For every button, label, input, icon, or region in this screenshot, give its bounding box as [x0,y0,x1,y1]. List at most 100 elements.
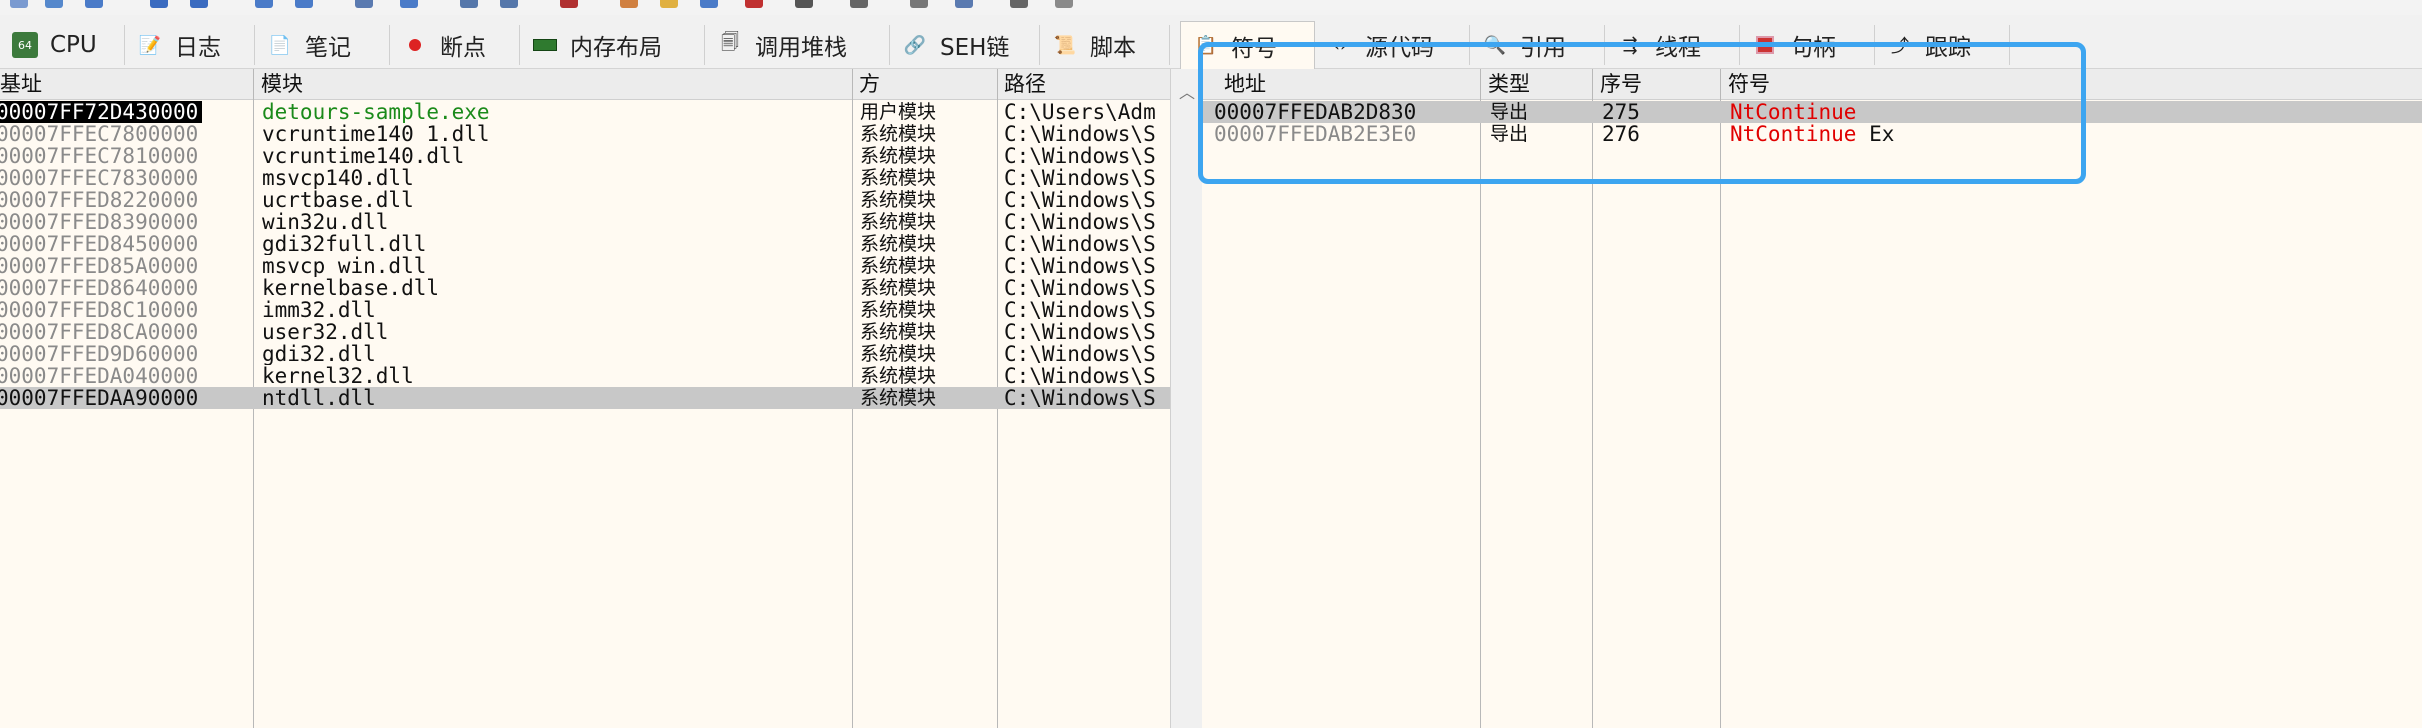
threads-icon: ⇶ [1622,34,1638,56]
tab-bar: 64 CPU 📝 日志 📄 笔记 断点 内存布局 🗐 调用堆栈 🔗 SEH链 📜… [0,15,2422,69]
call-stack-icon: 🗐 [721,32,739,53]
tab-cpu[interactable]: 64 CPU [0,25,125,65]
tab-label: CPU [50,32,97,58]
toolbar-icon[interactable] [910,0,928,8]
toolbar-icon[interactable] [795,0,813,8]
module-row[interactable]: 00007FFED8640000 kernelbase.dll 系统模块 C:\Win… [0,277,1170,299]
toolbar [0,0,2422,15]
module-name: imm32.dll [262,299,376,321]
module-type: 系统模块 [860,299,937,321]
tab-threads[interactable]: ⇶ 线程 [1605,25,1740,65]
symbols-pane: 地址 类型 序号 符号 00007FFEDAB2D830 导出 275 NtConti… [1202,69,2422,728]
tab-call-stack[interactable]: 🗐 调用堆栈 [705,25,890,65]
pane-splitter[interactable]: ︿ [1170,69,1204,728]
module-row[interactable]: 00007FFEDAA90000 ntdll.dll 系统模块 C:\Windows\… [0,387,1170,409]
notes-icon: 📄 [268,34,292,56]
symbol-suffix: Ex [1869,123,1895,145]
toolbar-icon[interactable] [355,0,373,8]
col-module[interactable]: 模块 [255,69,851,99]
tab-log[interactable]: 📝 日志 [125,25,255,65]
symbol-type: 导出 [1490,101,1529,123]
module-row[interactable]: 00007FFED8CA0000 user32.dll 系统模块 C:\Windows… [0,321,1170,343]
col-symbol[interactable]: 符号 [1722,69,2422,99]
module-path: C:\Windows\S [1004,145,1156,167]
toolbar-icon[interactable] [295,0,313,8]
toolbar-icon[interactable] [255,0,273,8]
toolbar-icon[interactable] [45,0,63,8]
symbol-row[interactable]: 00007FFEDAB2D830 导出 275 NtContinue [1202,101,2422,123]
modules-pane: 基址 模块 方 路径 00007FF72D430000 detours-sampl… [0,69,1170,728]
symbol-ordinal: 276 [1602,123,1640,145]
tab-symbols[interactable]: 📋 符号 [1180,21,1315,69]
tab-label: 线程 [1655,35,1701,61]
toolbar-icon[interactable] [190,0,208,8]
module-path: C:\Windows\S [1004,365,1156,387]
toolbar-icon[interactable] [560,0,578,8]
log-icon: 📝 [138,34,162,56]
toolbar-icon[interactable] [850,0,868,8]
module-row[interactable]: 00007FFED8390000 win32u.dll 系统模块 C:\Windows… [0,211,1170,233]
toolbar-icon[interactable] [1055,0,1073,8]
symbol-ordinal: 275 [1602,101,1640,123]
module-row[interactable]: 00007FFEC7800000 vcruntime140_1.dll 系统模块 C:… [0,123,1170,145]
col-base[interactable]: 基址 [0,69,248,99]
module-name: msvcp140.dll [262,167,414,189]
tab-label: 断点 [440,35,486,61]
col-path[interactable]: 路径 [998,69,1170,99]
tab-references[interactable]: 🔍 引用 [1470,25,1605,65]
module-type: 系统模块 [860,343,937,365]
module-path: C:\Windows\S [1004,277,1156,299]
col-ordinal[interactable]: 序号 [1594,69,1720,99]
toolbar-icon[interactable] [10,0,28,8]
module-type: 系统模块 [860,123,937,145]
seh-chain-icon: 🔗 [903,34,927,56]
module-row[interactable]: 00007FFEC7830000 msvcp140.dll 系统模块 C:\Windo… [0,167,1170,189]
tab-trace[interactable]: ⤴ 跟踪 [1875,25,2010,65]
module-row[interactable]: 00007FFED8220000 ucrtbase.dll 系统模块 C:\Windo… [0,189,1170,211]
module-path: C:\Windows\S [1004,211,1156,233]
toolbar-icon[interactable] [700,0,718,8]
tab-memory-map[interactable]: 内存布局 [520,25,705,65]
module-row[interactable]: 00007FFEDA040000 kernel32.dll 系统模块 C:\Windo… [0,365,1170,387]
tab-label: 引用 [1520,35,1566,61]
module-name: ntdll.dll [262,387,376,409]
module-row[interactable]: 00007FFED9D60000 gdi32.dll 系统模块 C:\Windows\… [0,343,1170,365]
module-type: 系统模块 [860,211,937,233]
cpu-icon: 64 [12,32,38,58]
module-row[interactable]: 00007FFEC7810000 vcruntime140.dll 系统模块 C:\W… [0,145,1170,167]
tab-breakpoints[interactable]: 断点 [390,25,520,65]
symbols-icon: 📋 [1194,35,1218,56]
col-address[interactable]: 地址 [1218,69,1480,99]
module-row[interactable]: 00007FF72D430000 detours-sample.exe 用户模块 C:… [0,101,1170,123]
symbol-row[interactable]: 00007FFEDAB2E3E0 导出 276 NtContinue Ex [1202,123,2422,145]
module-base: 00007FFEC7810000 [0,145,199,167]
toolbar-icon[interactable] [745,0,763,8]
toolbar-icon[interactable] [660,0,678,8]
tab-notes[interactable]: 📄 笔记 [255,25,390,65]
toolbar-icon[interactable] [500,0,518,8]
module-row[interactable]: 00007FFED8450000 gdi32full.dll 系统模块 C:\Wind… [0,233,1170,255]
tab-seh-chain[interactable]: 🔗 SEH链 [890,25,1040,65]
toolbar-icon[interactable] [150,0,168,8]
module-type: 系统模块 [860,233,937,255]
module-row[interactable]: 00007FFED85A0000 msvcp_win.dll 系统模块 C:\Wind… [0,255,1170,277]
toolbar-icon[interactable] [85,0,103,8]
module-name: kernel32.dll [262,365,414,387]
toolbar-icon[interactable] [620,0,638,8]
handles-icon [1752,32,1778,58]
toolbar-icon[interactable] [955,0,973,8]
col-party[interactable]: 方 [853,69,997,99]
tab-source[interactable]: ‹› 源代码 [1315,25,1470,65]
toolbar-icon[interactable] [1010,0,1028,8]
module-base: 00007FFED8640000 [0,277,199,299]
tab-script[interactable]: 📜 脚本 [1040,25,1170,65]
module-path: C:\Users\Adm [1004,101,1156,123]
module-base: 00007FFEC7800000 [0,123,199,145]
module-name: vcruntime140_1.dll [262,123,490,145]
tab-handles[interactable]: 句柄 [1740,25,1875,65]
module-type: 系统模块 [860,277,937,299]
col-type[interactable]: 类型 [1482,69,1592,99]
module-row[interactable]: 00007FFED8C10000 imm32.dll 系统模块 C:\Windows\… [0,299,1170,321]
toolbar-icon[interactable] [460,0,478,8]
toolbar-icon[interactable] [400,0,418,8]
